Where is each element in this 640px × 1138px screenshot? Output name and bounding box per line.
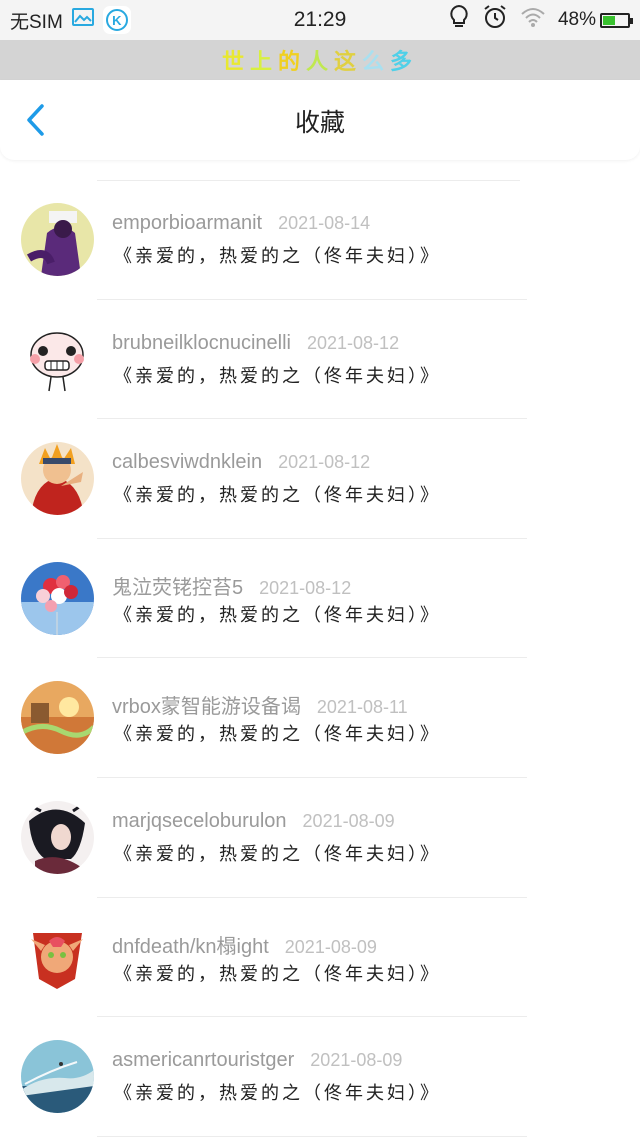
status-bar: 无SIM K 21:29 48% — [0, 0, 640, 40]
avatar[interactable] — [21, 920, 94, 994]
item-title[interactable]: 《亲爱的，热爱的之（佟年夫妇）》 — [114, 242, 441, 268]
back-button[interactable] — [18, 102, 54, 138]
banner-char: 上 — [249, 50, 278, 75]
battery-cap — [630, 17, 633, 24]
item-title[interactable]: 《亲爱的，热爱的之（佟年夫妇）》 — [114, 960, 441, 986]
avatar[interactable] — [21, 322, 94, 396]
list-item[interactable]: brubneilklocnucinelli 2021-08-12 《亲爱的，热爱的之… — [0, 300, 640, 420]
alarm-icon — [482, 4, 508, 36]
item-title[interactable]: 《亲爱的，热爱的之（佟年夫妇）》 — [114, 601, 441, 627]
list-item[interactable]: asmericanrtouristger 2021-08-09 《亲爱的，热爱的之（… — [0, 1017, 640, 1137]
list-item[interactable]: 鬼泣荧铑控苔5 2021-08-12 《亲爱的，热爱的之（佟年夫妇）》 — [0, 539, 640, 659]
page-title: 收藏 — [294, 108, 345, 137]
item-meta: 鬼泣荧铑控苔5 2021-08-12 — [112, 571, 351, 600]
username[interactable]: calbesviwdnklein — [112, 451, 262, 474]
date: 2021-08-09 — [284, 936, 377, 957]
avatar[interactable] — [21, 203, 94, 276]
list-item[interactable]: dnfdeath/kn榻ight 2021-08-09 《亲爱的，热爱的之（佟年夫妇… — [0, 898, 640, 1018]
image-icon — [71, 6, 95, 34]
banner-char: 世 — [221, 50, 250, 75]
navigation-bar: 收藏 — [0, 80, 640, 160]
bulb-icon — [448, 4, 470, 36]
avatar[interactable] — [21, 1040, 94, 1114]
date: 2021-08-12 — [259, 577, 352, 598]
username[interactable]: dnfdeath/kn榻ight — [112, 930, 269, 959]
item-title[interactable]: 《亲爱的，热爱的之（佟年夫妇）》 — [114, 481, 441, 507]
item-title[interactable]: 《亲爱的，热爱的之（佟年夫妇）》 — [114, 362, 441, 388]
k-app-icon: K — [102, 6, 131, 34]
item-meta: brubneilklocnucinelli 2021-08-12 — [112, 332, 399, 355]
item-meta: dnfdeath/kn榻ight 2021-08-09 — [112, 930, 377, 959]
username[interactable]: asmericanrtouristger — [112, 1049, 294, 1072]
item-meta: calbesviwdnklein 2021-08-12 — [112, 451, 370, 474]
username[interactable]: emporbioarmanit — [112, 212, 262, 235]
username[interactable]: brubneilklocnucinelli — [112, 332, 291, 355]
avatar[interactable] — [21, 561, 94, 635]
item-meta: emporbioarmanit 2021-08-14 — [112, 212, 370, 235]
banner-text: 世上的人这么多 — [0, 40, 640, 80]
list-item[interactable]: emporbioarmanit 2021-08-14 《亲爱的，热爱的之（佟年夫妇）… — [0, 180, 640, 300]
list-item[interactable]: calbesviwdnklein 2021-08-12 《亲爱的，热爱的之（佟年夫妇… — [0, 419, 640, 539]
date: 2021-08-14 — [278, 213, 371, 233]
date: 2021-08-12 — [307, 332, 400, 353]
item-meta: vrbox蒙智能游设备谒 2021-08-11 — [112, 690, 408, 719]
avatar[interactable] — [21, 800, 94, 874]
username[interactable]: 鬼泣荧铑控苔5 — [112, 571, 243, 600]
item-meta: asmericanrtouristger 2021-08-09 — [112, 1049, 402, 1072]
battery-percent: 48% — [557, 9, 596, 30]
row-divider — [97, 1135, 527, 1137]
battery-icon — [600, 12, 633, 28]
favorites-list: emporbioarmanit 2021-08-14 《亲爱的，热爱的之（佟年夫妇）… — [0, 180, 640, 1137]
battery-fill — [603, 15, 616, 25]
banner-char: 么 — [362, 50, 391, 75]
carrier-label: 无SIM — [10, 11, 63, 33]
item-title[interactable]: 《亲爱的，热爱的之（佟年夫妇）》 — [114, 840, 441, 866]
chevron-left-icon — [27, 104, 44, 136]
battery-indicator: 48% — [557, 9, 633, 31]
banner-char: 这 — [334, 50, 363, 75]
list-item[interactable]: marjqseceloburulon 2021-08-09 《亲爱的，热爱的之（佟年… — [0, 778, 640, 898]
item-title[interactable]: 《亲爱的，热爱的之（佟年夫妇）》 — [114, 1079, 441, 1105]
list-item[interactable]: vrbox蒙智能游设备谒 2021-08-11 《亲爱的，热爱的之（佟年夫妇）》 — [0, 658, 640, 778]
banner-char: 多 — [390, 50, 419, 75]
username[interactable]: vrbox蒙智能游设备谒 — [112, 690, 301, 719]
date: 2021-08-09 — [302, 810, 395, 831]
item-title[interactable]: 《亲爱的，热爱的之（佟年夫妇）》 — [114, 720, 441, 746]
date: 2021-08-12 — [278, 452, 371, 473]
item-meta: marjqseceloburulon 2021-08-09 — [112, 810, 395, 833]
banner-char: 人 — [305, 50, 334, 75]
username[interactable]: marjqseceloburulon — [112, 810, 287, 833]
status-bar-left: 无SIM K — [0, 6, 240, 34]
status-bar-right: 48% — [448, 4, 633, 36]
date: 2021-08-09 — [310, 1050, 403, 1071]
avatar[interactable] — [21, 681, 94, 755]
date: 2021-08-11 — [316, 697, 408, 718]
banner-char: 的 — [277, 50, 306, 75]
wifi-icon — [520, 6, 546, 34]
avatar[interactable] — [21, 442, 94, 516]
